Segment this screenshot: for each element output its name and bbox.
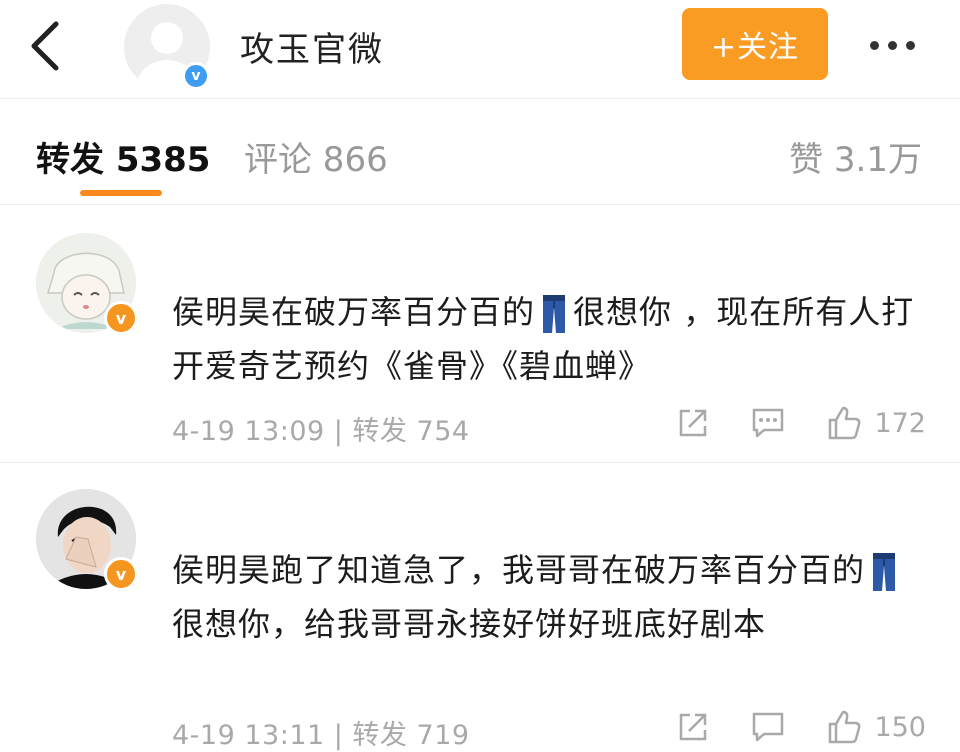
- share-icon[interactable]: [676, 710, 710, 744]
- comment-actions: 172: [636, 405, 926, 441]
- tab-comment[interactable]: 评论 866: [244, 132, 388, 181]
- post-header: v 攻玉官微 +关注: [0, 0, 960, 98]
- like-icon[interactable]: [826, 709, 862, 745]
- account-name[interactable]: 攻玉官微: [240, 22, 384, 71]
- comment-icon[interactable]: [750, 710, 786, 744]
- comment-actions: 150: [636, 709, 926, 745]
- follow-button[interactable]: +关注: [682, 8, 828, 80]
- comment-text-part: 侯明昊跑了知道急了，我哥哥在破万率百分百的: [172, 551, 866, 589]
- back-arrow-icon[interactable]: [22, 18, 70, 74]
- verified-orange-icon: v: [104, 557, 138, 591]
- comment-text: 侯明昊在破万率百分百的 很想你 ，现在所有人打开爱奇艺预约《雀骨》《碧血蝉》: [172, 285, 932, 393]
- comment-meta: 4-19 13:11 | 转发 719: [172, 720, 470, 751]
- jeans-icon: [543, 295, 566, 333]
- verified-blue-icon: v: [182, 62, 210, 90]
- list-item: v 侯明昊跑了知道急了，我哥哥在破万率百分百的 很想你，给我哥哥永接好饼好班底好…: [0, 463, 960, 751]
- interaction-tabs: 转发 5385 评论 866 赞 3.1万: [0, 98, 960, 204]
- verified-orange-icon: v: [104, 301, 138, 335]
- jeans-icon: [873, 553, 896, 591]
- like-count: 150: [874, 711, 926, 743]
- tab-repost[interactable]: 转发 5385: [36, 132, 210, 181]
- more-options-icon[interactable]: [870, 30, 930, 60]
- share-icon[interactable]: [676, 406, 710, 440]
- comment-text-part: 侯明昊在破万率百分百的: [172, 293, 536, 331]
- comment-icon[interactable]: [750, 406, 786, 440]
- list-item: v 侯明昊在破万率百分百的 很想你 ，现在所有人打开爱奇艺预约《雀骨》《碧血蝉》…: [0, 205, 960, 462]
- comment-meta: 4-19 13:09 | 转发 754: [172, 416, 470, 447]
- like-count: 172: [874, 407, 926, 439]
- comment-text: 侯明昊跑了知道急了，我哥哥在破万率百分百的 很想你，给我哥哥永接好饼好班底好剧本: [172, 543, 932, 651]
- comment-text-part: 很想你，给我哥哥永接好饼好班底好剧本: [172, 605, 767, 643]
- active-tab-indicator: [80, 190, 162, 196]
- account-avatar[interactable]: v: [124, 4, 214, 94]
- tab-like[interactable]: 赞 3.1万: [789, 132, 922, 181]
- like-icon[interactable]: [826, 405, 862, 441]
